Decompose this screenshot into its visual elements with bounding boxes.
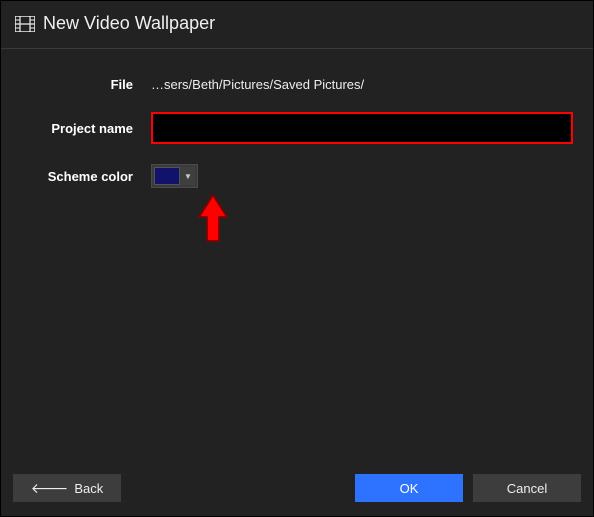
chevron-down-icon: ▼	[181, 167, 195, 185]
scheme-color-picker[interactable]: ▼	[151, 164, 198, 188]
scheme-color-label: Scheme color	[21, 169, 151, 184]
project-name-row: Project name	[21, 112, 573, 144]
dialog-header: New Video Wallpaper	[1, 1, 593, 49]
color-swatch	[154, 167, 180, 185]
back-button[interactable]: 🡐 Back	[13, 474, 121, 502]
file-path-value: …sers/Beth/Pictures/Saved Pictures/	[151, 77, 364, 92]
cancel-button[interactable]: Cancel	[473, 474, 581, 502]
dialog-footer: 🡐 Back OK Cancel	[1, 464, 593, 516]
arrow-left-icon: 🡐	[31, 481, 69, 495]
dialog-title: New Video Wallpaper	[43, 13, 215, 34]
scheme-color-row: Scheme color ▼	[21, 164, 573, 188]
project-name-label: Project name	[21, 121, 151, 136]
back-button-label: Back	[74, 481, 103, 496]
file-row: File …sers/Beth/Pictures/Saved Pictures/	[21, 77, 573, 92]
project-name-input[interactable]	[151, 112, 573, 144]
file-label: File	[21, 77, 151, 92]
ok-button-label: OK	[400, 481, 419, 496]
ok-button[interactable]: OK	[355, 474, 463, 502]
form-area: File …sers/Beth/Pictures/Saved Pictures/…	[1, 49, 593, 464]
cancel-button-label: Cancel	[507, 481, 547, 496]
film-icon	[15, 16, 35, 32]
